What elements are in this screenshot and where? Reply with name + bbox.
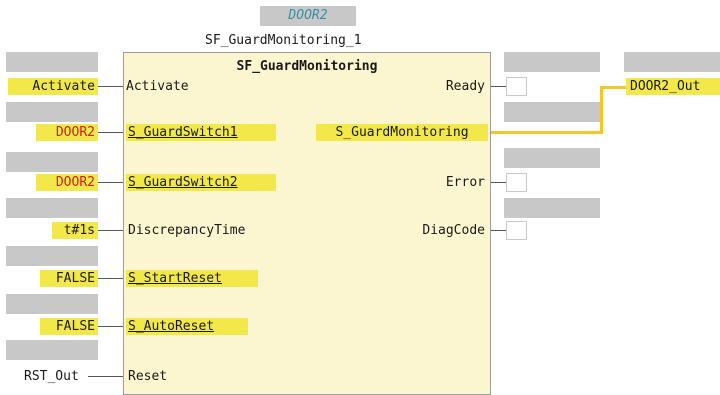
- input-wire: [98, 182, 123, 183]
- output-placeholder[interactable]: [504, 102, 600, 122]
- pin-label: Activate: [126, 79, 189, 94]
- pin-label: S_GuardMonitoring: [335, 125, 469, 140]
- input-wire: [98, 278, 123, 279]
- pin-reset: Reset: [128, 369, 168, 384]
- input-guardswitch1-value[interactable]: DOOR2: [36, 124, 98, 141]
- input-wire: [98, 86, 123, 87]
- output-placeholder[interactable]: [504, 198, 600, 218]
- input-wire: [98, 132, 123, 133]
- pin-s-guardswitch1: S_GuardSwitch1: [126, 124, 276, 141]
- input-autoreset-value[interactable]: FALSE: [40, 318, 98, 335]
- input-value-text: t#1s: [63, 223, 95, 238]
- instance-name: SF_GuardMonitoring_1: [205, 33, 362, 48]
- input-activate-value[interactable]: Activate: [8, 78, 98, 95]
- guardmonitoring-wire: [491, 131, 603, 134]
- input-value-text: FALSE: [55, 319, 95, 334]
- input-placeholder[interactable]: [6, 246, 98, 266]
- output-placeholder[interactable]: [504, 52, 600, 72]
- input-wire: [88, 376, 123, 377]
- input-placeholder[interactable]: [6, 152, 98, 172]
- input-discrepancytime-value[interactable]: t#1s: [52, 222, 98, 239]
- instance-variable: DOOR2: [288, 8, 328, 23]
- input-placeholder[interactable]: [6, 198, 98, 218]
- output-ready-value[interactable]: [506, 77, 527, 96]
- input-value-text: FALSE: [55, 271, 95, 286]
- input-guardswitch2-value[interactable]: DOOR2: [36, 174, 98, 191]
- input-startreset-value[interactable]: FALSE: [40, 270, 98, 287]
- pin-ready: Ready: [445, 79, 485, 94]
- output-placeholder[interactable]: [624, 52, 720, 72]
- pin-discrepancytime: DiscrepancyTime: [128, 223, 246, 238]
- input-wire: [98, 326, 123, 327]
- output-placeholder[interactable]: [504, 148, 600, 168]
- guardmonitoring-wire: [600, 86, 603, 134]
- pin-s-guardswitch2: S_GuardSwitch2: [126, 174, 276, 191]
- output-door2-out-value[interactable]: DOOR2_Out: [626, 78, 720, 95]
- input-value-text: Activate: [32, 79, 95, 94]
- input-wire: [98, 230, 123, 231]
- input-value-text: DOOR2: [55, 175, 95, 190]
- pin-label: S_AutoReset: [128, 319, 215, 334]
- pin-activate: Activate: [126, 78, 189, 95]
- output-value-text: DOOR2_Out: [630, 79, 701, 94]
- pin-label: S_StartReset: [128, 271, 222, 286]
- input-placeholder[interactable]: [6, 52, 98, 72]
- pin-error: Error: [445, 175, 485, 190]
- guardmonitoring-wire: [600, 86, 626, 89]
- output-wire: [491, 182, 507, 183]
- output-wire: [491, 230, 507, 231]
- output-error-value[interactable]: [506, 173, 527, 192]
- pin-diagcode: DiagCode: [422, 223, 485, 238]
- output-diagcode-value[interactable]: [506, 221, 527, 240]
- input-placeholder[interactable]: [6, 340, 98, 360]
- input-placeholder[interactable]: [6, 294, 98, 314]
- input-placeholder[interactable]: [6, 102, 98, 122]
- pin-s-autoreset: S_AutoReset: [126, 318, 248, 335]
- input-reset-value[interactable]: RST_Out: [24, 368, 79, 385]
- pin-label: S_GuardSwitch1: [128, 125, 238, 140]
- pin-label: S_GuardSwitch2: [128, 175, 238, 190]
- input-value-text: DOOR2: [55, 125, 95, 140]
- pin-s-guardmonitoring: S_GuardMonitoring: [316, 124, 488, 141]
- output-wire: [491, 86, 507, 87]
- function-block-type: SF_GuardMonitoring: [236, 59, 378, 74]
- pin-s-startreset: S_StartReset: [126, 270, 258, 287]
